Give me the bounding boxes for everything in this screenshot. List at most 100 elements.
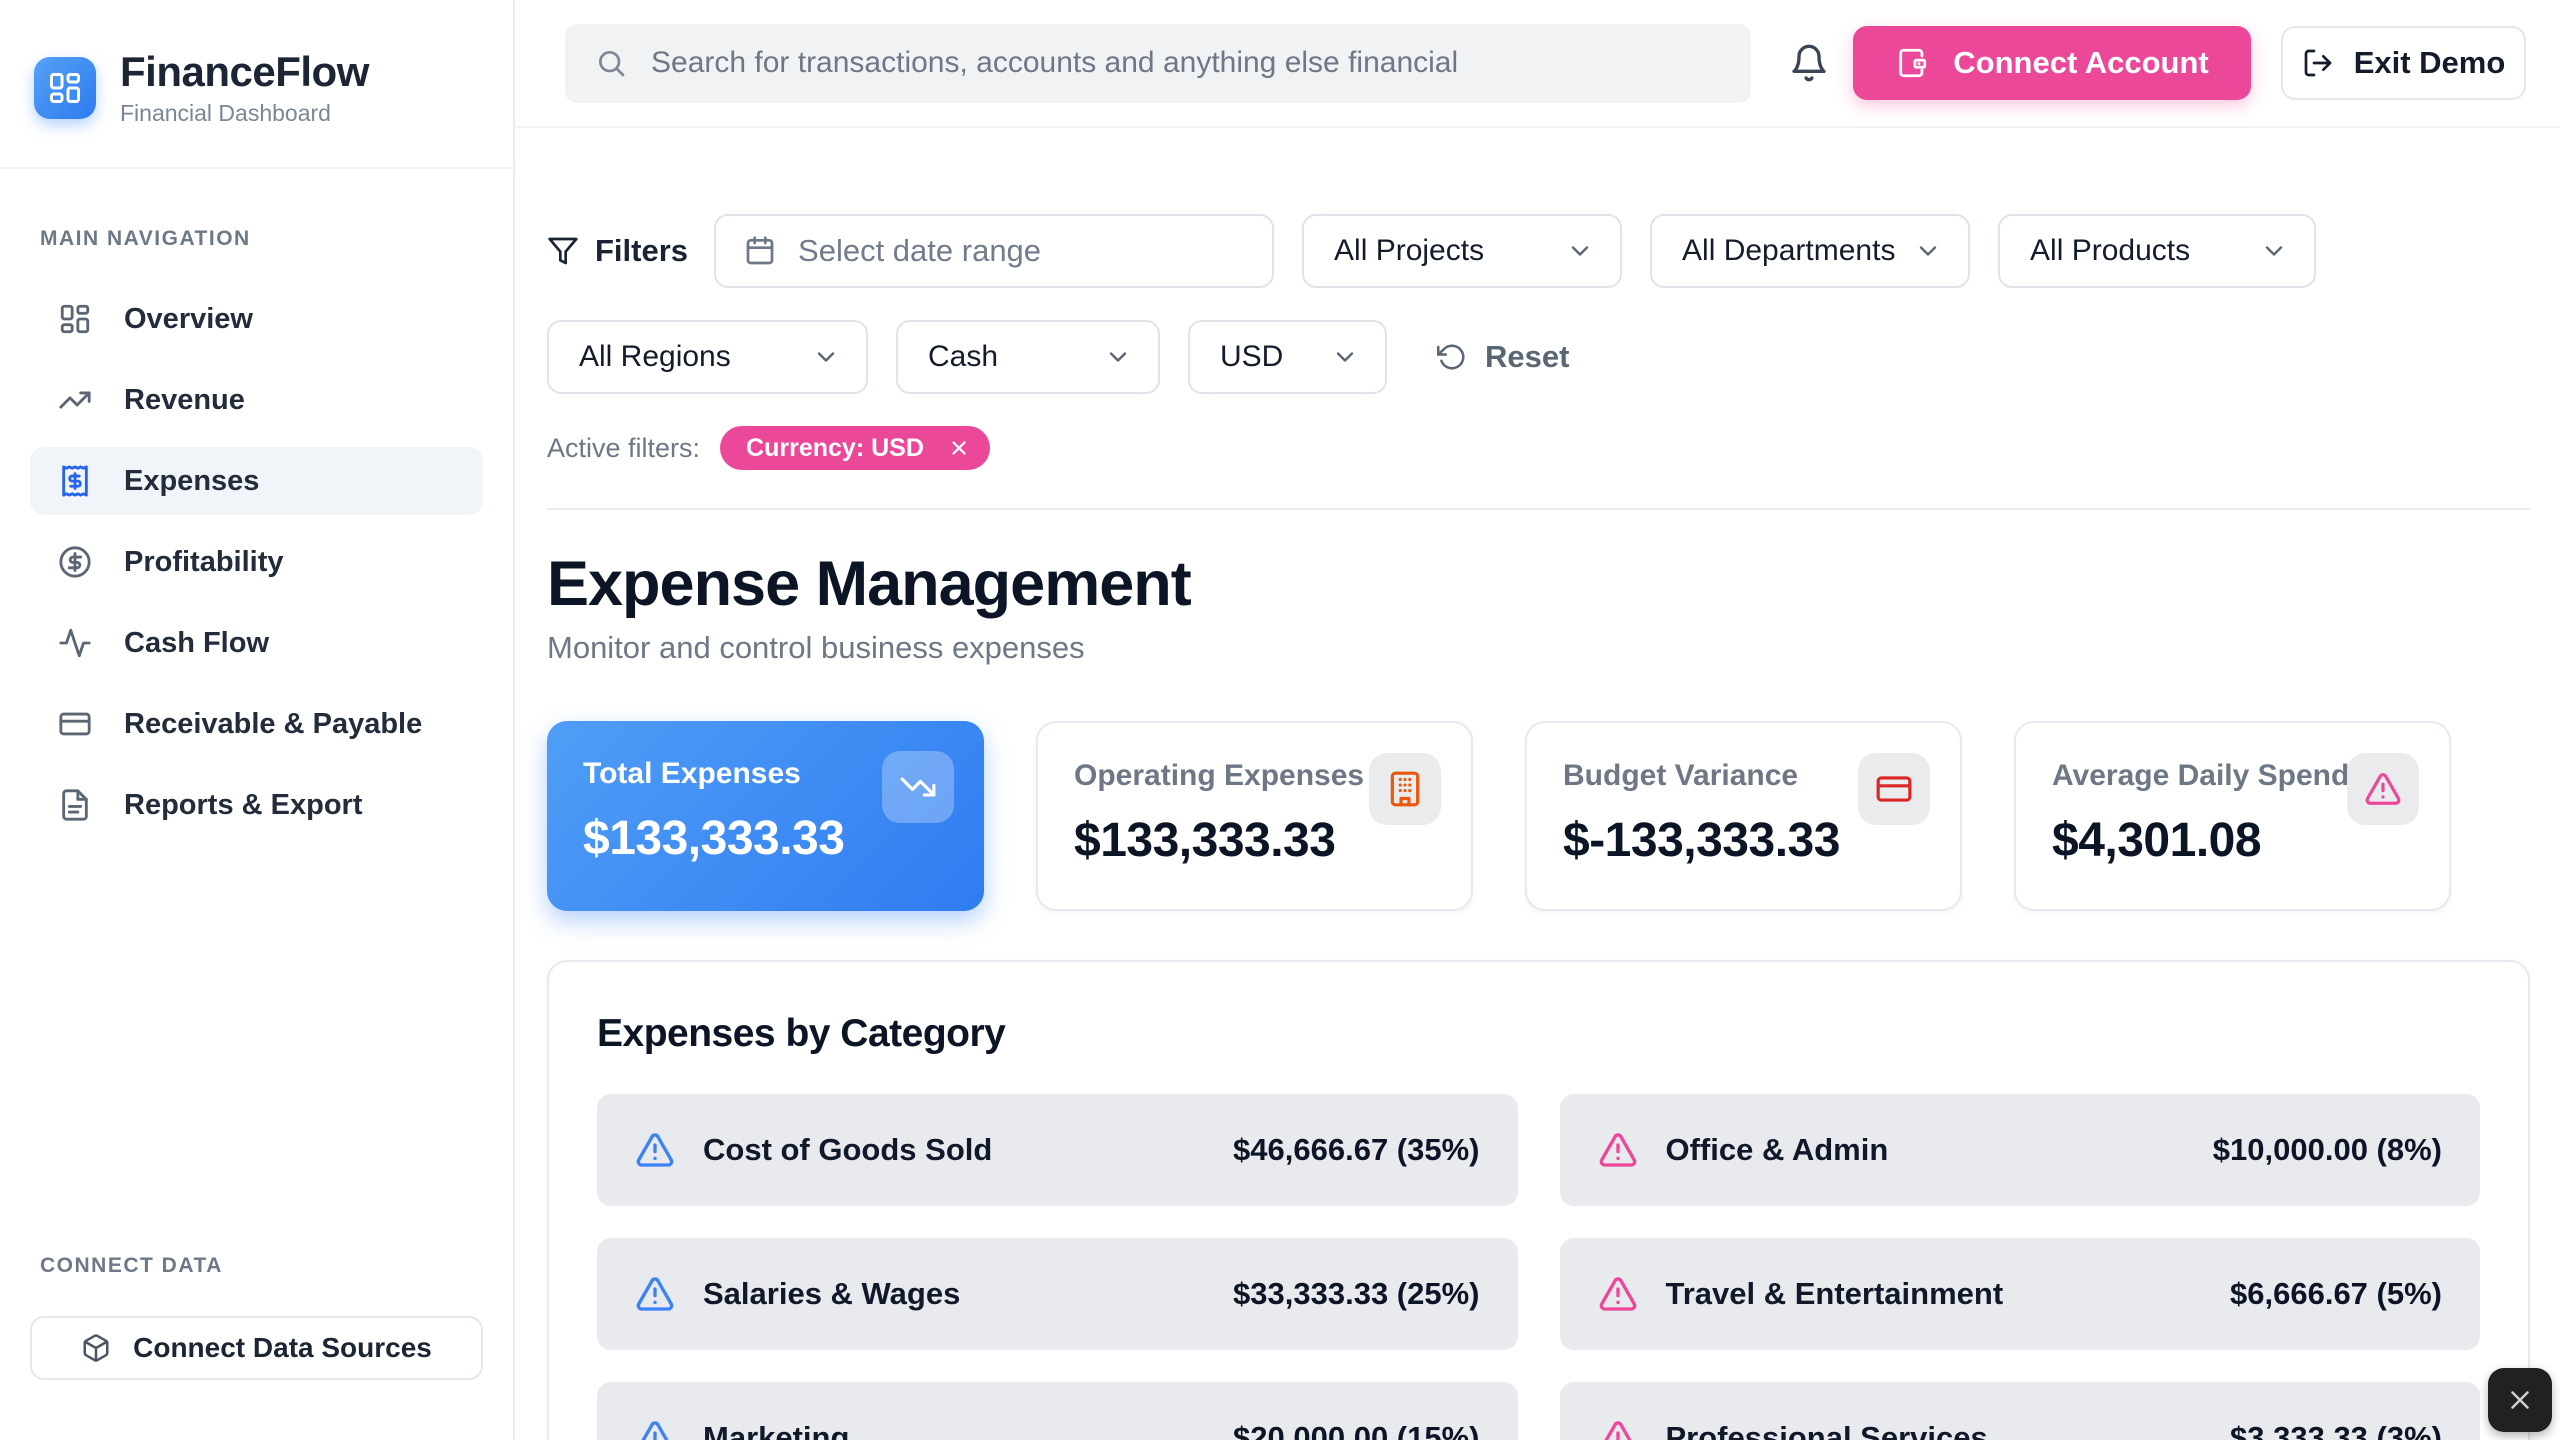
sidebar-item-label: Expenses (124, 465, 259, 498)
connect-data-sources-label: Connect Data Sources (133, 1332, 432, 1364)
chevron-down-icon (1914, 237, 1942, 265)
remove-currency-filter-button[interactable] (942, 431, 976, 465)
connect-account-button[interactable]: Connect Account (1853, 26, 2251, 100)
filter-funnel-icon (547, 235, 579, 267)
products-select-value: All Products (2030, 234, 2190, 268)
reset-filters-button[interactable]: Reset (1437, 339, 1569, 375)
currency-select-value: USD (1220, 340, 1283, 374)
regions-select-value: All Regions (579, 340, 731, 374)
projects-select[interactable]: All Projects (1302, 214, 1622, 288)
departments-select-value: All Departments (1682, 234, 1895, 268)
close-overlay-button[interactable] (2488, 1368, 2552, 1432)
calendar-icon (744, 235, 776, 267)
brand-tagline: Financial Dashboard (120, 100, 369, 127)
sidebar-item-overview[interactable]: Overview (30, 285, 483, 353)
category-label: Travel & Entertainment (1666, 1276, 2004, 1312)
currency-filter-chip: Currency: USD (720, 426, 990, 470)
alert-triangle-icon (635, 1130, 675, 1170)
category-row-office-admin[interactable]: Office & Admin $10,000.00 (8%) (1560, 1094, 2481, 1206)
main-area: Connect Account Exit Demo Filters (515, 0, 2560, 1440)
departments-select[interactable]: All Departments (1650, 214, 1970, 288)
credit-card-icon (58, 707, 92, 741)
category-row-salaries-wages[interactable]: Salaries & Wages $33,333.33 (25%) (597, 1238, 1518, 1350)
brand-name: FinanceFlow (120, 48, 369, 96)
category-label: Salaries & Wages (703, 1276, 960, 1312)
alert-triangle-icon (1598, 1130, 1638, 1170)
category-grid: Cost of Goods Sold $46,666.67 (35%) Offi… (597, 1094, 2480, 1440)
sidebar-item-label: Revenue (124, 384, 245, 417)
active-filters-row: Active filters: Currency: USD (547, 426, 2530, 470)
category-label: Office & Admin (1666, 1132, 1889, 1168)
exit-demo-button[interactable]: Exit Demo (2281, 26, 2526, 100)
sidebar-item-label: Receivable & Payable (124, 708, 422, 741)
content: Filters Select date range All Projects A… (515, 128, 2560, 1440)
sidebar-item-cash-flow[interactable]: Cash Flow (30, 609, 483, 677)
chevron-down-icon (1104, 343, 1132, 371)
expenses-by-category-card: Expenses by Category Cost of Goods Sold … (547, 960, 2530, 1440)
trending-down-icon (899, 768, 937, 806)
close-icon (948, 437, 970, 459)
currency-chip-label: Currency: USD (746, 434, 924, 463)
chevron-down-icon (1331, 343, 1359, 371)
sidebar-item-reports-export[interactable]: Reports & Export (30, 771, 483, 839)
file-text-icon (58, 788, 92, 822)
budget-variance-card[interactable]: Budget Variance $-133,333.33 (1525, 721, 1962, 911)
category-value: $20,000.00 (15%) (1233, 1420, 1479, 1440)
bell-icon (1789, 43, 1829, 83)
category-row-cost-of-goods-sold[interactable]: Cost of Goods Sold $46,666.67 (35%) (597, 1094, 1518, 1206)
basis-select[interactable]: Cash (896, 320, 1160, 394)
category-value: $10,000.00 (8%) (2213, 1132, 2442, 1168)
products-select[interactable]: All Products (1998, 214, 2316, 288)
stat-icon-box (2347, 753, 2419, 825)
sidebar-item-label: Overview (124, 303, 253, 336)
brand-logo-icon (34, 57, 96, 119)
filters-label: Filters (595, 233, 688, 269)
category-value: $3,333.33 (3%) (2230, 1420, 2442, 1440)
category-value: $33,333.33 (25%) (1233, 1276, 1479, 1312)
category-value: $46,666.67 (35%) (1233, 1132, 1479, 1168)
exit-demo-label: Exit Demo (2354, 45, 2506, 81)
stat-cards: Total Expenses $133,333.33 Operating Exp… (547, 721, 2530, 911)
expenses-by-category-title: Expenses by Category (597, 1012, 2480, 1056)
sidebar-item-label: Cash Flow (124, 627, 269, 660)
notifications-button[interactable] (1789, 43, 1829, 83)
brand-block: FinanceFlow Financial Dashboard (0, 0, 513, 169)
credit-card-icon (1875, 770, 1913, 808)
alert-triangle-icon (1598, 1418, 1638, 1440)
filters-head: Filters (547, 233, 688, 269)
category-row-travel-entertainment[interactable]: Travel & Entertainment $6,666.67 (5%) (1560, 1238, 2481, 1350)
alert-triangle-icon (635, 1274, 675, 1314)
connect-data-sources-button[interactable]: Connect Data Sources (30, 1316, 483, 1380)
page-title: Expense Management (547, 548, 2530, 620)
connect-section-title: CONNECT DATA (30, 1254, 483, 1278)
section-divider (547, 508, 2530, 510)
alert-triangle-icon (1598, 1274, 1638, 1314)
stat-icon-box (1369, 753, 1441, 825)
filters-row-1: Filters Select date range All Projects A… (547, 214, 2530, 288)
currency-select[interactable]: USD (1188, 320, 1387, 394)
category-row-marketing[interactable]: Marketing $20,000.00 (15%) (597, 1382, 1518, 1440)
sidebar-item-expenses[interactable]: Expenses (30, 447, 483, 515)
category-label: Professional Services (1666, 1420, 1988, 1440)
filters-row-2: All Regions Cash USD Reset (547, 320, 2530, 394)
sidebar-item-receivable-payable[interactable]: Receivable & Payable (30, 690, 483, 758)
search-icon (595, 47, 627, 79)
sidebar-item-label: Profitability (124, 546, 284, 579)
operating-expenses-card[interactable]: Operating Expenses $133,333.33 (1036, 721, 1473, 911)
search-input[interactable] (651, 46, 1721, 80)
chevron-down-icon (812, 343, 840, 371)
total-expenses-card[interactable]: Total Expenses $133,333.33 (547, 721, 984, 911)
regions-select[interactable]: All Regions (547, 320, 868, 394)
logout-icon (2302, 47, 2334, 79)
sidebar-item-profitability[interactable]: Profitability (30, 528, 483, 596)
global-search[interactable] (565, 24, 1751, 103)
category-row-professional-services[interactable]: Professional Services $3,333.33 (3%) (1560, 1382, 2481, 1440)
date-range-input[interactable]: Select date range (714, 214, 1274, 288)
package-icon (81, 1333, 111, 1363)
reset-label: Reset (1485, 339, 1569, 375)
sidebar-item-revenue[interactable]: Revenue (30, 366, 483, 434)
category-value: $6,666.67 (5%) (2230, 1276, 2442, 1312)
average-daily-spend-card[interactable]: Average Daily Spend $4,301.08 (2014, 721, 2451, 911)
connect-data-section: CONNECT DATA Connect Data Sources (0, 1254, 513, 1440)
active-filters-label: Active filters: (547, 433, 700, 464)
